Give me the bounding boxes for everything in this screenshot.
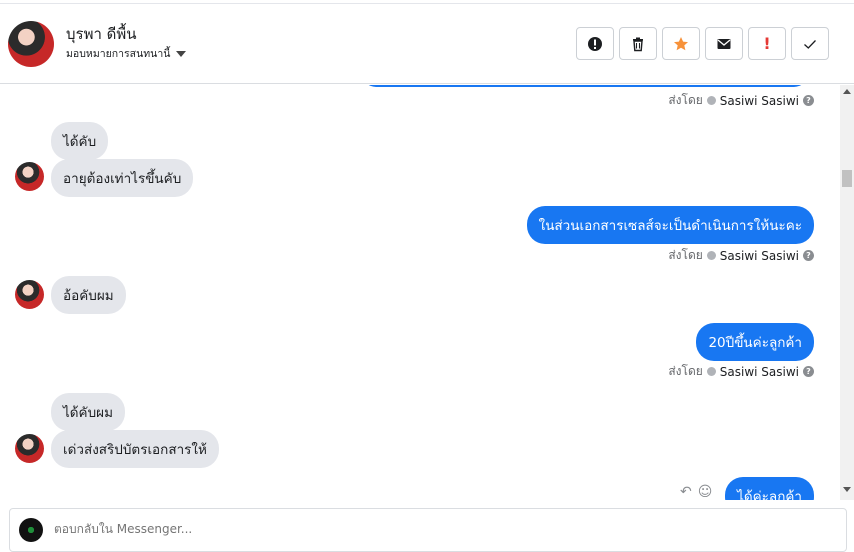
customer-avatar — [15, 162, 44, 191]
page-avatar — [19, 518, 43, 542]
message-bubble-outgoing[interactable]: 20ปีขึ้นค่ะลูกค้า — [696, 323, 814, 361]
sender-name: Sasiwi Sasiwi — [719, 93, 799, 108]
scroll-down-icon[interactable] — [843, 487, 851, 492]
alert-circle-icon — [588, 36, 602, 51]
sent-by-label: ส่งโดย — [668, 248, 703, 262]
message-bubble-incoming[interactable]: อายุต้องเท่าไรขึ้นคับ — [51, 159, 194, 197]
customer-avatar — [15, 280, 44, 309]
toolbar-actions: ! — [576, 27, 829, 60]
done-button[interactable] — [791, 27, 829, 60]
check-icon — [804, 39, 816, 49]
emoji-icon[interactable]: ☺ — [698, 484, 713, 500]
message-tools: ↶ ☺ — [680, 484, 712, 500]
report-button[interactable] — [576, 27, 614, 60]
message-bubble-incoming[interactable]: อ้อคับผม — [51, 276, 126, 314]
message-bubble-outgoing-partial[interactable] — [362, 85, 808, 87]
scroll-thumb[interactable] — [842, 170, 852, 187]
message-thread[interactable]: ส่งโดย Sasiwi Sasiwi ? ได้คับ อายุต้องเท… — [0, 85, 840, 500]
mail-button[interactable] — [705, 27, 743, 60]
help-icon[interactable]: ? — [803, 366, 814, 377]
sent-by-label: ส่งโดย — [668, 93, 703, 107]
message-bubble-incoming[interactable]: เด่วส่งสริปบัตรเอกสารให้ — [51, 430, 219, 468]
customer-avatar — [15, 434, 44, 463]
reply-icon[interactable]: ↶ — [680, 484, 692, 500]
sent-check-icon — [706, 96, 716, 105]
message-bubble-incoming[interactable]: ได้คับ — [51, 122, 109, 160]
sent-check-icon — [706, 367, 716, 376]
contact-name[interactable]: บุรพา ดีพื้น — [66, 22, 137, 46]
trash-icon — [633, 37, 643, 51]
scroll-up-icon[interactable] — [843, 89, 851, 94]
star-button[interactable] — [662, 27, 700, 60]
sent-by-label: ส่งโดย — [668, 364, 703, 378]
caret-down-icon — [176, 50, 187, 57]
reply-composer — [9, 508, 847, 552]
sent-by-row: ส่งโดย Sasiwi Sasiwi ? — [668, 91, 814, 110]
sent-by-row: ส่งโดย Sasiwi Sasiwi ? — [668, 362, 814, 381]
message-bubble-outgoing[interactable]: ได้ค่ะลูกค้า — [725, 477, 814, 500]
assign-conversation[interactable]: มอบหมายการสนทนานี้ — [66, 45, 187, 62]
assign-label: มอบหมายการสนทนานี้ — [66, 48, 171, 60]
sender-name: Sasiwi Sasiwi — [719, 248, 799, 263]
message-bubble-outgoing[interactable]: ในส่วนเอกสารเซลส์จะเป็นดำเนินการให้นะคะ — [526, 206, 814, 244]
contact-avatar[interactable] — [8, 21, 54, 67]
exclamation-icon: ! — [763, 34, 771, 53]
sender-name: Sasiwi Sasiwi — [719, 364, 799, 379]
help-icon[interactable]: ? — [803, 250, 814, 261]
sent-check-icon — [706, 251, 716, 260]
delete-button[interactable] — [619, 27, 657, 60]
envelope-icon — [717, 38, 731, 49]
important-button[interactable]: ! — [748, 27, 786, 60]
conversation-header: บุรพา ดีพื้น มอบหมายการสนทนานี้ ! — [0, 4, 854, 84]
star-icon — [674, 36, 688, 50]
help-icon[interactable]: ? — [803, 95, 814, 106]
sent-by-row: ส่งโดย Sasiwi Sasiwi ? — [668, 246, 814, 265]
message-bubble-incoming[interactable]: ได้คับผม — [51, 393, 125, 431]
reply-input[interactable] — [54, 522, 754, 536]
thread-scrollbar[interactable] — [840, 85, 854, 500]
